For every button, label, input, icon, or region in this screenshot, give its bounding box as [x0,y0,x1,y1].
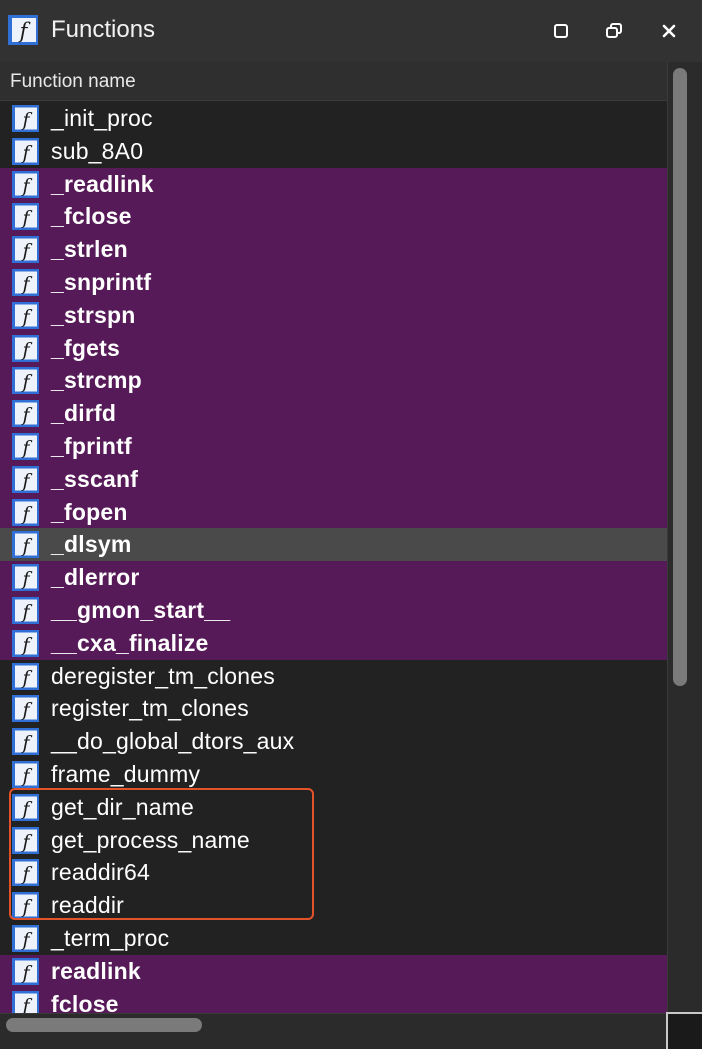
resize-corner[interactable] [666,1012,702,1049]
function-name: _snprintf [51,268,152,295]
function-icon: f [12,728,39,756]
function-name: deregister_tm_clones [51,662,275,689]
function-name: _sscanf [51,465,139,492]
restore-icon[interactable] [604,21,624,41]
function-row[interactable]: f _strspn [0,298,667,332]
function-row[interactable]: f _dlsym [0,528,667,562]
function-row[interactable]: f _strcmp [0,364,667,398]
title-bar[interactable]: f Functions [0,0,702,62]
function-icon: f [12,596,39,624]
column-header-label: Function name [10,71,136,92]
function-name: _fgets [51,334,120,361]
function-icon: f [12,892,39,920]
function-icon: f [12,400,39,428]
function-row[interactable]: f fclose [0,987,667,1013]
function-row[interactable]: f _fprintf [0,429,667,463]
function-row[interactable]: f get_dir_name [0,790,667,824]
function-icon: f [12,531,39,559]
function-name: get_process_name [51,826,250,853]
function-row[interactable]: f __do_global_dtors_aux [0,725,667,758]
function-icon: f [12,826,39,854]
function-row[interactable]: f _readlink [0,167,667,201]
function-name: _strcmp [51,367,142,394]
function-name: _readlink [51,170,154,197]
function-icon: f [12,564,39,592]
vertical-scrollbar-thumb[interactable] [673,68,687,686]
horizontal-scrollbar-thumb[interactable] [6,1018,202,1032]
function-row[interactable]: f _dlerror [0,561,667,594]
function-name: __gmon_start__ [51,596,231,623]
function-row[interactable]: f register_tm_clones [0,692,667,726]
function-icon: f [12,268,39,296]
function-row[interactable]: f _fclose [0,200,667,234]
function-row[interactable]: f _init_proc [0,102,667,135]
function-icon: f [12,137,39,165]
function-row[interactable]: f __gmon_start__ [0,593,667,627]
function-row[interactable]: f frame_dummy [0,757,667,791]
function-row[interactable]: f _dirfd [0,397,667,430]
function-row[interactable]: f _snprintf [0,265,667,299]
function-name: readlink [51,957,141,984]
function-icon: f [12,990,39,1013]
function-name: __cxa_finalize [51,629,209,656]
function-name: _dlerror [51,564,140,591]
function-icon: f [12,367,39,395]
function-row[interactable]: f _term_proc [0,921,667,955]
function-row[interactable]: f _strlen [0,233,667,266]
function-icon: f [12,465,39,493]
function-rows: f _init_proc f sub_8A0 f _readlink f _fclose f _s… [0,102,667,1013]
function-name: _strspn [51,301,136,328]
function-icon: f [12,432,39,460]
function-icon: f [12,629,39,657]
function-icon: f [12,170,39,198]
function-name: fclose [51,990,119,1013]
function-name: readdir [51,892,124,919]
function-icon: f [12,695,39,723]
function-row[interactable]: f sub_8A0 [0,134,667,168]
function-icon: f [12,957,39,985]
function-icon: f [12,334,39,362]
function-icon: f [12,793,39,821]
function-row[interactable]: f get_process_name [0,823,667,857]
function-row[interactable]: f readlink [0,954,667,988]
function-icon: f [12,203,39,231]
column-header-function-name[interactable]: Function name [0,62,667,101]
function-icon: f [12,236,39,264]
functions-window: f Functions Function name f _init_proc f s [0,0,702,1049]
function-row[interactable]: f readdir64 [0,856,667,890]
function-name: get_dir_name [51,793,195,820]
function-name: _strlen [51,236,128,263]
window-title: Functions [51,16,156,43]
function-icon: f [12,498,39,526]
function-icon: f [12,760,39,788]
function-name: sub_8A0 [51,137,144,164]
function-icon: f [12,301,39,329]
function-name: _fclose [51,203,132,230]
function-icon: f [12,924,39,952]
function-name: _fopen [51,498,128,525]
function-name: register_tm_clones [51,695,249,722]
function-list[interactable]: Function name f _init_proc f sub_8A0 f _readl… [0,62,667,1013]
function-icon: f [12,662,39,690]
function-icon: f [12,105,39,132]
function-icon: f [8,15,38,45]
function-name: __do_global_dtors_aux [51,728,295,755]
function-row[interactable]: f __cxa_finalize [0,626,667,660]
maximize-icon[interactable] [551,21,571,41]
function-name: _dlsym [51,531,132,558]
function-row[interactable]: f _fopen [0,495,667,529]
function-name: _init_proc [51,105,153,131]
function-name: _dirfd [51,400,117,427]
function-row[interactable]: f _fgets [0,331,667,365]
function-row[interactable]: f deregister_tm_clones [0,659,667,693]
function-row[interactable]: f readdir [0,889,667,922]
function-name: readdir64 [51,859,150,886]
function-row[interactable]: f _sscanf [0,462,667,496]
close-icon[interactable] [659,21,679,41]
function-name: frame_dummy [51,760,201,787]
function-name: _fprintf [51,432,132,459]
function-name: _term_proc [51,924,170,951]
function-icon: f [12,859,39,887]
